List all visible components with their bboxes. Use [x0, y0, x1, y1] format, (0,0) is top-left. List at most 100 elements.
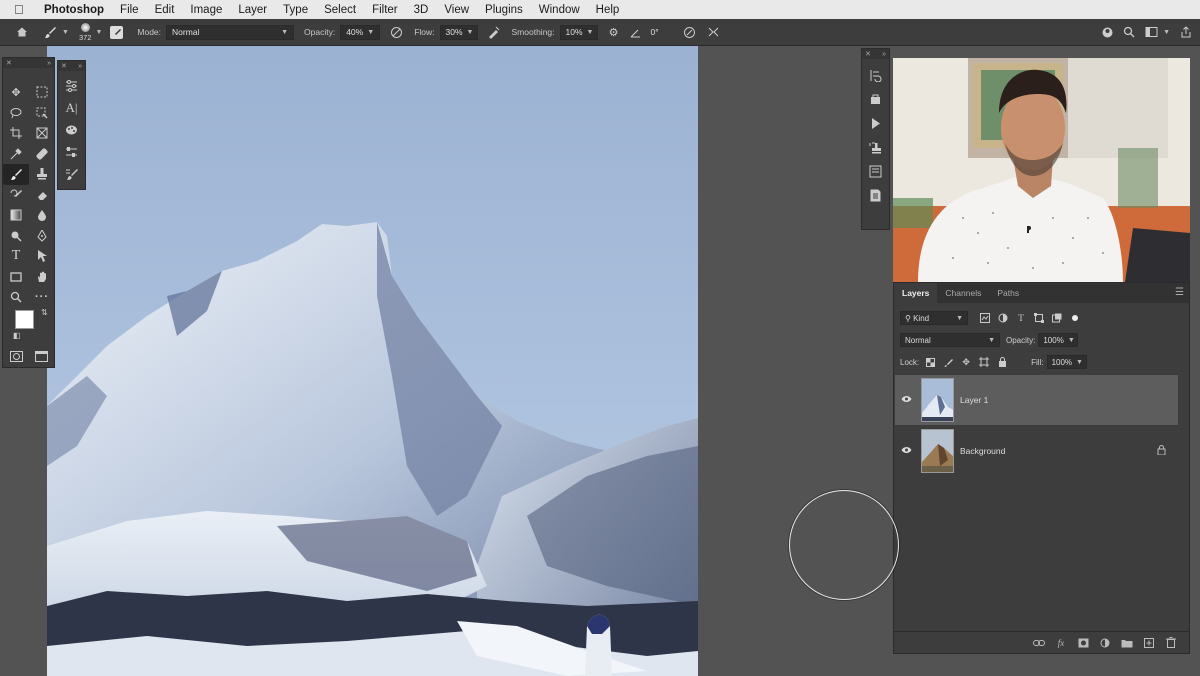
brush-settings-icon[interactable] — [110, 25, 124, 39]
pen-tool-icon[interactable] — [29, 226, 55, 247]
chevron-down-icon[interactable]: ▼ — [62, 29, 69, 36]
default-colors-icon[interactable]: ◧ — [13, 331, 21, 340]
crop-tool-icon[interactable] — [3, 123, 29, 144]
brush-angle-field[interactable]: 0° — [645, 24, 676, 40]
opacity-field[interactable]: 40% ▼ — [340, 24, 381, 40]
chevron-down-icon[interactable]: ▼ — [467, 29, 474, 36]
search-icon[interactable] — [1121, 24, 1137, 40]
chevron-down-icon[interactable]: ▼ — [587, 29, 594, 36]
menu-edit[interactable]: Edit — [155, 4, 175, 16]
mode-dropdown[interactable]: Normal ▼ — [166, 24, 295, 40]
workspace-icon[interactable] — [1143, 24, 1159, 40]
gear-icon[interactable]: ⚙ — [606, 24, 622, 40]
quick-mask-icon[interactable] — [10, 351, 23, 365]
new-group-icon[interactable] — [1119, 635, 1135, 651]
type-tool-icon[interactable]: T — [3, 246, 29, 267]
menu-file[interactable]: File — [120, 4, 139, 16]
frame-tool-icon[interactable] — [29, 123, 55, 144]
document-canvas[interactable] — [47, 46, 698, 676]
eye-icon[interactable] — [895, 446, 917, 456]
chevron-down-icon[interactable]: ▼ — [1163, 29, 1170, 36]
swap-colors-icon[interactable]: ⇅ — [41, 308, 48, 317]
close-icon[interactable]: ✕ — [865, 50, 871, 58]
foreground-color-swatch[interactable] — [15, 310, 34, 329]
chevron-down-icon[interactable]: ▼ — [367, 29, 374, 36]
dodge-tool-icon[interactable] — [3, 226, 29, 247]
layer-filter-dropdown[interactable]: ⚲ Kind ▼ — [900, 311, 968, 325]
menu-image[interactable]: Image — [190, 4, 222, 16]
glyphs-panel-icon[interactable] — [868, 163, 884, 179]
screen-mode-icon[interactable] — [35, 351, 48, 365]
actions-play-icon[interactable] — [868, 115, 884, 131]
chevron-down-icon[interactable]: ▼ — [95, 29, 102, 36]
smoothing-field[interactable]: 10% ▼ — [559, 24, 598, 40]
brush-tool-icon[interactable] — [3, 164, 29, 185]
tools-panel-header[interactable]: ✕ » — [3, 58, 54, 68]
lock-image-pixels-icon[interactable] — [941, 355, 955, 369]
new-adjustment-layer-icon[interactable] — [1097, 635, 1113, 651]
rectangle-tool-icon[interactable] — [3, 267, 29, 288]
history-panel-icon[interactable] — [868, 67, 884, 83]
pressure-opacity-icon[interactable] — [388, 24, 404, 40]
lock-all-icon[interactable] — [995, 355, 1009, 369]
tab-layers[interactable]: Layers — [894, 283, 938, 303]
fill-field[interactable]: 100% ▼ — [1046, 355, 1087, 369]
filter-smart-object-icon[interactable] — [1050, 311, 1064, 325]
brush-angle-icon[interactable] — [628, 24, 644, 40]
apple-icon[interactable]:  — [14, 2, 36, 17]
collapse-icon[interactable]: » — [78, 63, 82, 70]
menu-window[interactable]: Window — [539, 4, 580, 16]
filter-toggle-icon[interactable] — [1072, 315, 1078, 321]
gradient-tool-icon[interactable] — [3, 205, 29, 226]
libraries-panel-icon[interactable] — [868, 91, 884, 107]
menu-3d[interactable]: 3D — [414, 4, 429, 16]
menu-view[interactable]: View — [444, 4, 469, 16]
clone-stamp-tool-icon[interactable] — [29, 164, 55, 185]
menu-type[interactable]: Type — [283, 4, 308, 16]
blur-tool-icon[interactable] — [29, 205, 55, 226]
collapse-icon[interactable]: » — [47, 60, 51, 67]
menu-select[interactable]: Select — [324, 4, 356, 16]
notes-panel-icon[interactable] — [868, 187, 884, 203]
menu-help[interactable]: Help — [596, 4, 620, 16]
more-tools-icon[interactable]: ··· — [29, 287, 55, 308]
eraser-tool-icon[interactable] — [29, 185, 55, 206]
layer-effects-icon[interactable]: fx — [1053, 635, 1069, 651]
link-layers-icon[interactable] — [1031, 635, 1047, 651]
filter-pixel-icon[interactable] — [978, 311, 992, 325]
brush-tool-preset-icon[interactable] — [42, 24, 58, 40]
delete-layer-icon[interactable] — [1163, 635, 1179, 651]
layer-row-layer-1[interactable]: Layer 1 — [895, 375, 1178, 425]
chevron-down-icon[interactable]: ▼ — [1068, 337, 1075, 344]
clone-source-panel-icon[interactable] — [868, 139, 884, 155]
color-panel-icon[interactable] — [64, 122, 80, 138]
add-mask-icon[interactable] — [1075, 635, 1091, 651]
layer-name[interactable]: Layer 1 — [960, 395, 988, 405]
lock-artboard-icon[interactable] — [977, 355, 991, 369]
brush-settings-panel-icon[interactable] — [64, 166, 80, 182]
lasso-tool-icon[interactable] — [3, 103, 29, 124]
history-brush-tool-icon[interactable] — [3, 185, 29, 206]
blend-mode-dropdown[interactable]: Normal ▼ — [900, 333, 1000, 347]
menu-filter[interactable]: Filter — [372, 4, 398, 16]
move-tool-icon[interactable]: ✥ — [3, 82, 29, 103]
adjustments-panel-icon[interactable] — [64, 78, 80, 94]
airbrush-icon[interactable] — [486, 24, 502, 40]
tab-channels[interactable]: Channels — [937, 283, 989, 303]
zoom-tool-icon[interactable] — [3, 287, 29, 308]
eye-icon[interactable] — [895, 395, 917, 405]
new-layer-icon[interactable] — [1141, 635, 1157, 651]
panel-menu-icon[interactable]: ☰ — [1175, 287, 1184, 298]
panel-dock-header[interactable]: ✕ » — [862, 49, 889, 59]
panel-dock-header[interactable]: ✕ » — [58, 61, 85, 71]
lock-position-icon[interactable]: ✥ — [959, 355, 973, 369]
filter-adjustment-icon[interactable] — [996, 311, 1010, 325]
object-selection-tool-icon[interactable] — [29, 103, 55, 124]
tab-paths[interactable]: Paths — [989, 283, 1027, 303]
menu-plugins[interactable]: Plugins — [485, 4, 523, 16]
symmetry-icon[interactable] — [706, 24, 722, 40]
close-icon[interactable]: ✕ — [6, 59, 12, 67]
chevron-down-icon[interactable]: ▼ — [1076, 359, 1083, 366]
layer-row-background[interactable]: Background — [895, 426, 1178, 476]
menu-layer[interactable]: Layer — [238, 4, 267, 16]
